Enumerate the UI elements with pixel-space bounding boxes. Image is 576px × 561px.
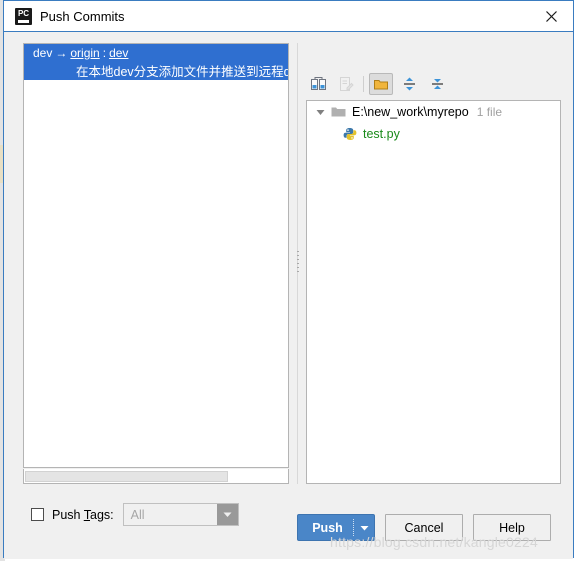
push-commits-dialog: PC Push Commits dev → origin : dev 在本地de… [3,0,574,559]
commit-branch-row[interactable]: dev → origin : dev [24,44,288,61]
splitter-grip[interactable] [296,248,300,278]
cancel-button[interactable]: Cancel [385,514,463,541]
help-button[interactable]: Help [473,514,551,541]
collapse-all-icon [431,79,443,89]
tree-file-row[interactable]: test.py [307,123,560,145]
chevron-down-icon [360,525,369,530]
close-button[interactable] [529,1,573,31]
edit-source-icon [339,77,354,91]
folder-icon [331,106,346,118]
push-tags-label-before: Push [52,507,84,522]
file-name: test.py [363,127,400,141]
panel-splitter[interactable] [294,43,302,484]
commit-message-text: 在本地dev分支添加文件并推送到远程dev分支 [76,65,288,79]
edit-source-button [334,73,358,95]
show-diff-icon [310,77,326,90]
push-tags-label-after: ags: [90,507,114,522]
pycharm-icon: PC [15,8,32,25]
expand-all-button[interactable] [397,73,421,95]
file-tree-panel[interactable]: E:\new_work\myrepo 1 file test.py [306,100,561,484]
remote-link[interactable]: origin [70,46,99,60]
group-by-directory-icon [373,79,388,89]
file-tree-toolbar [306,72,561,96]
show-diff-button[interactable] [306,73,330,95]
target-branch-link[interactable]: dev [109,46,128,60]
directory-path: E:\new_work\myrepo [352,105,469,119]
push-tags-label[interactable]: Push Tags: [52,508,114,522]
pycharm-icon-bar [18,20,29,23]
toolbar-separator [363,76,364,92]
directory-file-count: 1 file [476,105,503,119]
commit-list-hscrollbar-thumb[interactable] [25,471,228,482]
commit-message-row[interactable]: 在本地dev分支添加文件并推送到远程dev分支 [24,61,288,80]
dialog-titlebar: PC Push Commits [4,1,573,32]
expand-all-icon [403,77,415,91]
source-branch-label: dev [33,45,53,60]
push-dropdown-button[interactable] [355,525,374,531]
push-tags-row: Push Tags: All [31,503,239,526]
python-file-icon [343,127,357,141]
push-tags-checkbox[interactable] [31,508,44,521]
chevron-down-icon [216,504,238,525]
push-tags-select-value: All [130,507,145,522]
branch-separator: : [102,45,107,60]
triangle-down-icon[interactable] [313,108,327,117]
collapse-all-button[interactable] [425,73,449,95]
arrow-icon: → [55,45,68,60]
pycharm-icon-text: PC [17,9,30,18]
push-tags-select: All [122,503,239,526]
commit-list-hscrollbar[interactable] [23,469,289,484]
close-icon [545,10,557,22]
push-button[interactable]: Push [297,514,375,541]
group-by-directory-button[interactable] [369,73,393,95]
commit-list-panel[interactable]: dev → origin : dev 在本地dev分支添加文件并推送到远程dev… [23,43,289,468]
tree-directory-row[interactable]: E:\new_work\myrepo 1 file [307,101,560,123]
push-button-label: Push [312,520,343,535]
dialog-button-row: Push Cancel Help [297,514,551,541]
dialog-title: Push Commits [40,9,125,24]
dialog-content: dev → origin : dev 在本地dev分支添加文件并推送到远程dev… [4,32,573,559]
